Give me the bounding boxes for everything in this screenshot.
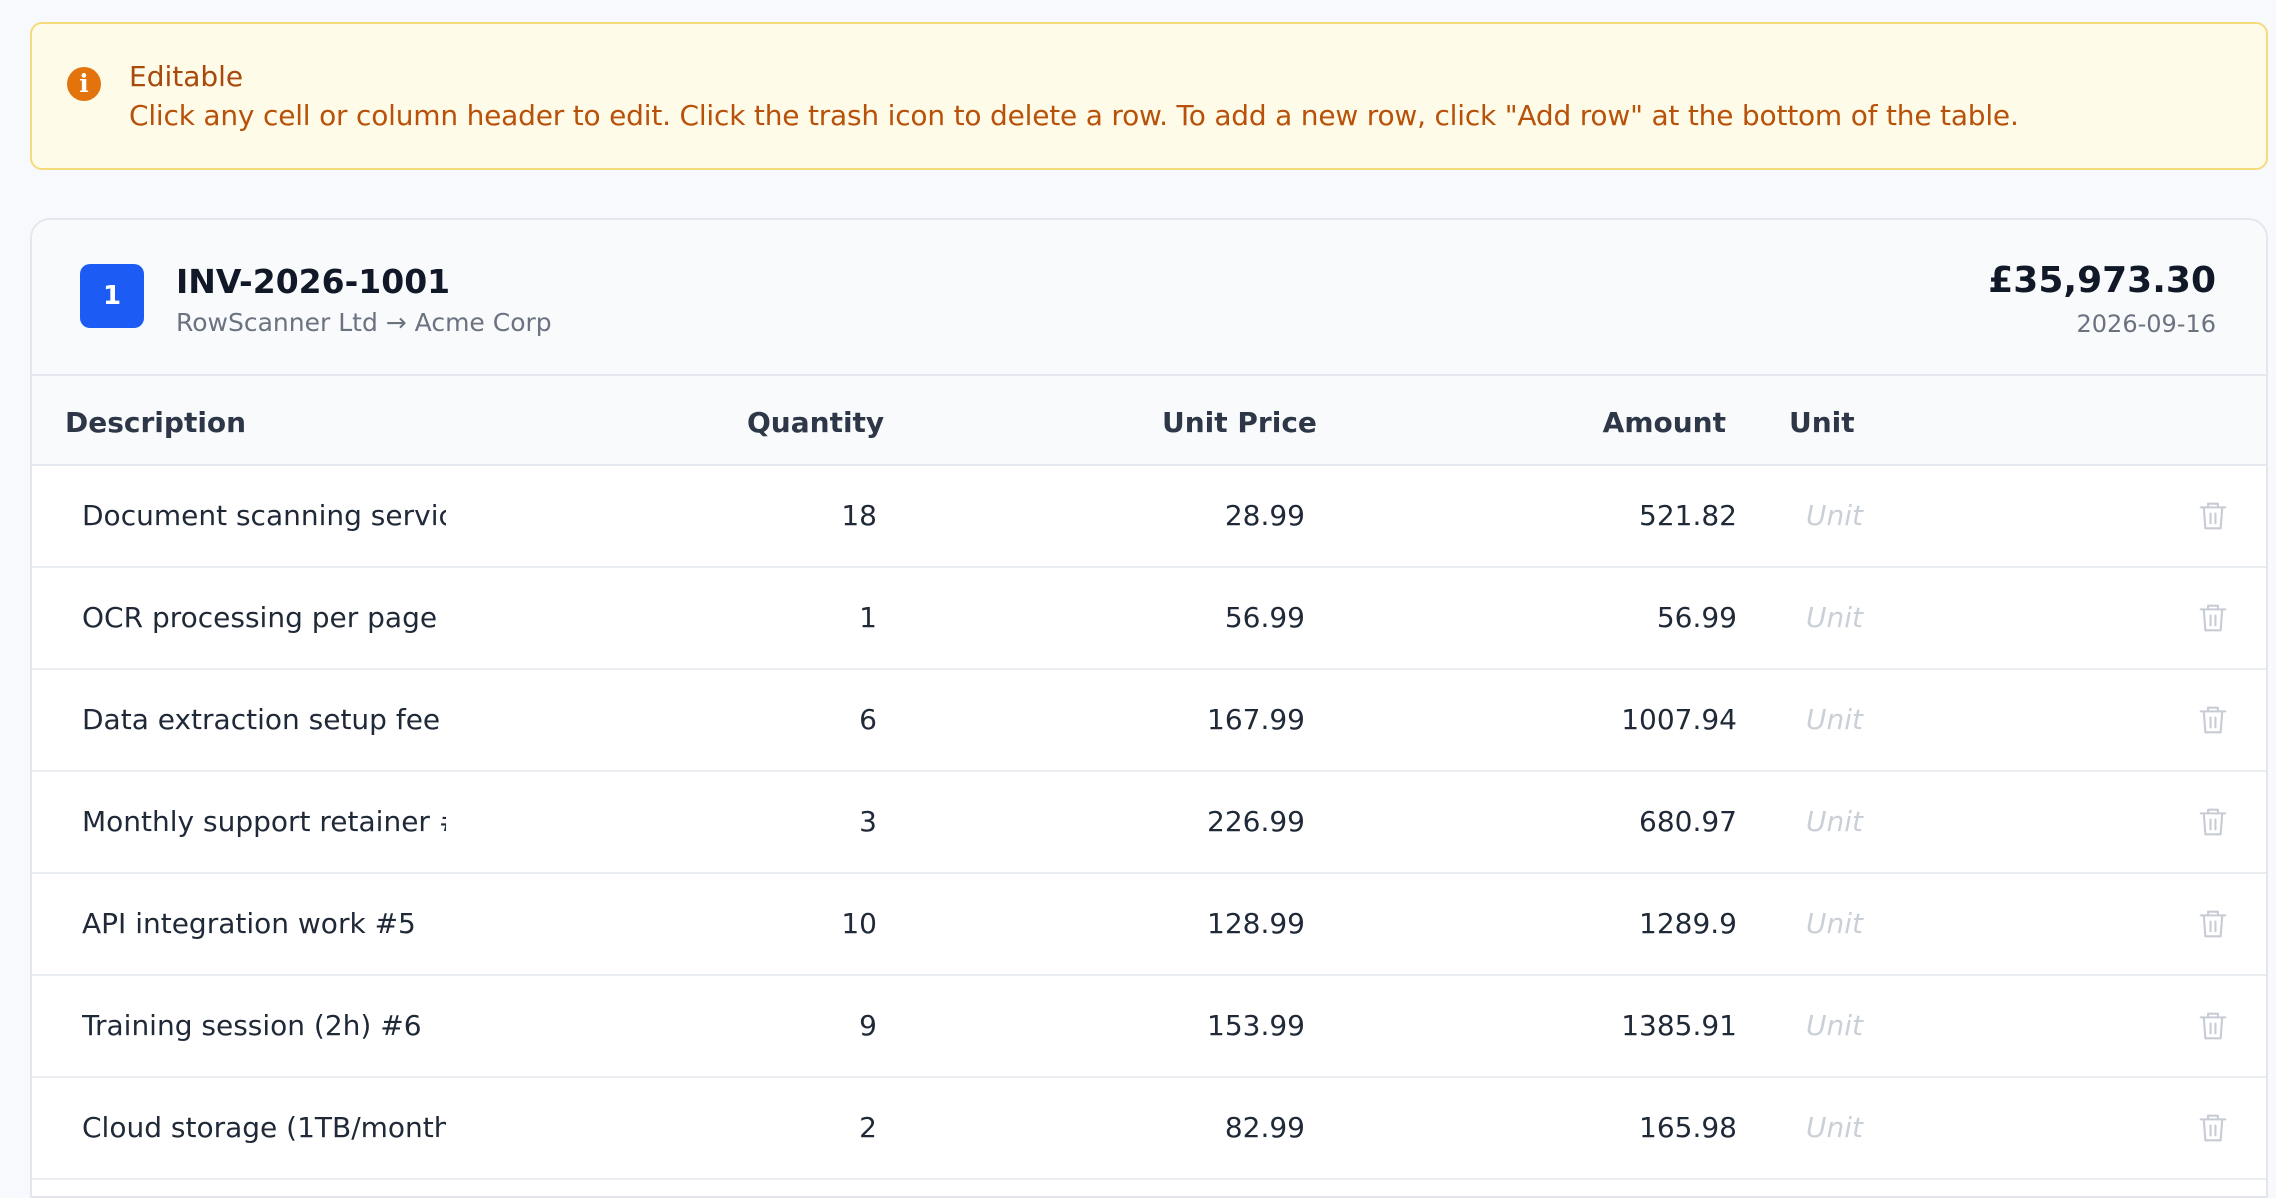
amount-cell[interactable]: 521.82 [1482, 466, 1737, 566]
invoice-date: 2026-09-16 [2076, 310, 2216, 338]
unit-price-cell[interactable]: 82.99 [1082, 1078, 1305, 1178]
description-cell[interactable]: API integration work #5 [82, 874, 446, 974]
column-header-unit[interactable]: Unit [1789, 406, 1855, 439]
column-header-unit-price[interactable]: Unit Price [1162, 406, 1317, 439]
table-row: OCR processing per page #2 1 56.99 56.99… [32, 568, 2266, 670]
description-cell[interactable]: Monthly support retainer #4 [82, 772, 446, 872]
column-header-amount[interactable]: Amount [1603, 406, 1726, 439]
description-cell[interactable]: Cloud storage (1TB/month) #7 [82, 1078, 446, 1178]
table-row: Document scanning service #1 18 28.99 52… [32, 466, 2266, 568]
unit-price-cell[interactable]: 28.99 [1082, 466, 1305, 566]
amount-cell[interactable]: 1385.91 [1482, 976, 1737, 1076]
notice-text: Click any cell or column header to edit.… [129, 99, 2019, 132]
trash-icon[interactable] [2198, 500, 2228, 532]
invoice-header: 1 INV-2026-1001 RowScanner Ltd → Acme Co… [32, 220, 2266, 376]
info-icon: i [67, 67, 101, 101]
table-header: Description Quantity Unit Price Amount U… [32, 376, 2266, 466]
amount-cell[interactable]: 1007.94 [1482, 670, 1737, 770]
notice-title: Editable [129, 60, 244, 93]
editable-notice: i Editable Click any cell or column head… [30, 22, 2268, 170]
quantity-cell[interactable]: 6 [732, 670, 877, 770]
description-cell[interactable]: Document scanning service #1 [82, 466, 446, 566]
unit-cell[interactable]: Unit [1806, 772, 2006, 872]
invoice-index-badge: 1 [80, 264, 144, 328]
quantity-cell[interactable]: 2 [732, 1078, 877, 1178]
description-cell[interactable]: Training session (2h) #6 [82, 976, 446, 1076]
table-row: Training session (2h) #6 9 153.99 1385.9… [32, 976, 2266, 1078]
trash-icon[interactable] [2198, 704, 2228, 736]
amount-cell[interactable]: 56.99 [1482, 568, 1737, 668]
description-cell[interactable]: OCR processing per page #2 [82, 568, 446, 668]
table-body: Document scanning service #1 18 28.99 52… [32, 466, 2266, 1180]
table-row: API integration work #5 10 128.99 1289.9… [32, 874, 2266, 976]
amount-cell[interactable]: 1289.9 [1482, 874, 1737, 974]
unit-cell[interactable]: Unit [1806, 568, 2006, 668]
invoice-total: £35,973.30 [1988, 260, 2216, 301]
unit-price-cell[interactable]: 167.99 [1082, 670, 1305, 770]
trash-icon[interactable] [2198, 1112, 2228, 1144]
unit-price-cell[interactable]: 226.99 [1082, 772, 1305, 872]
table-row: Data extraction setup fee #3 6 167.99 10… [32, 670, 2266, 772]
quantity-cell[interactable]: 10 [732, 874, 877, 974]
trash-icon[interactable] [2198, 1010, 2228, 1042]
trash-icon[interactable] [2198, 602, 2228, 634]
description-cell[interactable]: Data extraction setup fee #3 [82, 670, 446, 770]
unit-cell[interactable]: Unit [1806, 466, 2006, 566]
amount-cell[interactable]: 680.97 [1482, 772, 1737, 872]
unit-cell[interactable]: Unit [1806, 1078, 2006, 1178]
invoice-number: INV-2026-1001 [176, 262, 451, 301]
invoice-card: 1 INV-2026-1001 RowScanner Ltd → Acme Co… [30, 218, 2268, 1198]
quantity-cell[interactable]: 18 [732, 466, 877, 566]
amount-cell[interactable]: 165.98 [1482, 1078, 1737, 1178]
unit-cell[interactable]: Unit [1806, 976, 2006, 1076]
table-row: Cloud storage (1TB/month) #7 2 82.99 165… [32, 1078, 2266, 1180]
unit-price-cell[interactable]: 128.99 [1082, 874, 1305, 974]
trash-icon[interactable] [2198, 806, 2228, 838]
quantity-cell[interactable]: 9 [732, 976, 877, 1076]
quantity-cell[interactable]: 1 [732, 568, 877, 668]
quantity-cell[interactable]: 3 [732, 772, 877, 872]
invoice-parties: RowScanner Ltd → Acme Corp [176, 308, 552, 337]
unit-cell[interactable]: Unit [1806, 670, 2006, 770]
unit-price-cell[interactable]: 56.99 [1082, 568, 1305, 668]
unit-price-cell[interactable]: 153.99 [1082, 976, 1305, 1076]
trash-icon[interactable] [2198, 908, 2228, 940]
unit-cell[interactable]: Unit [1806, 874, 2006, 974]
table-row: Monthly support retainer #4 3 226.99 680… [32, 772, 2266, 874]
column-header-quantity[interactable]: Quantity [747, 406, 884, 439]
column-header-description[interactable]: Description [65, 406, 246, 439]
